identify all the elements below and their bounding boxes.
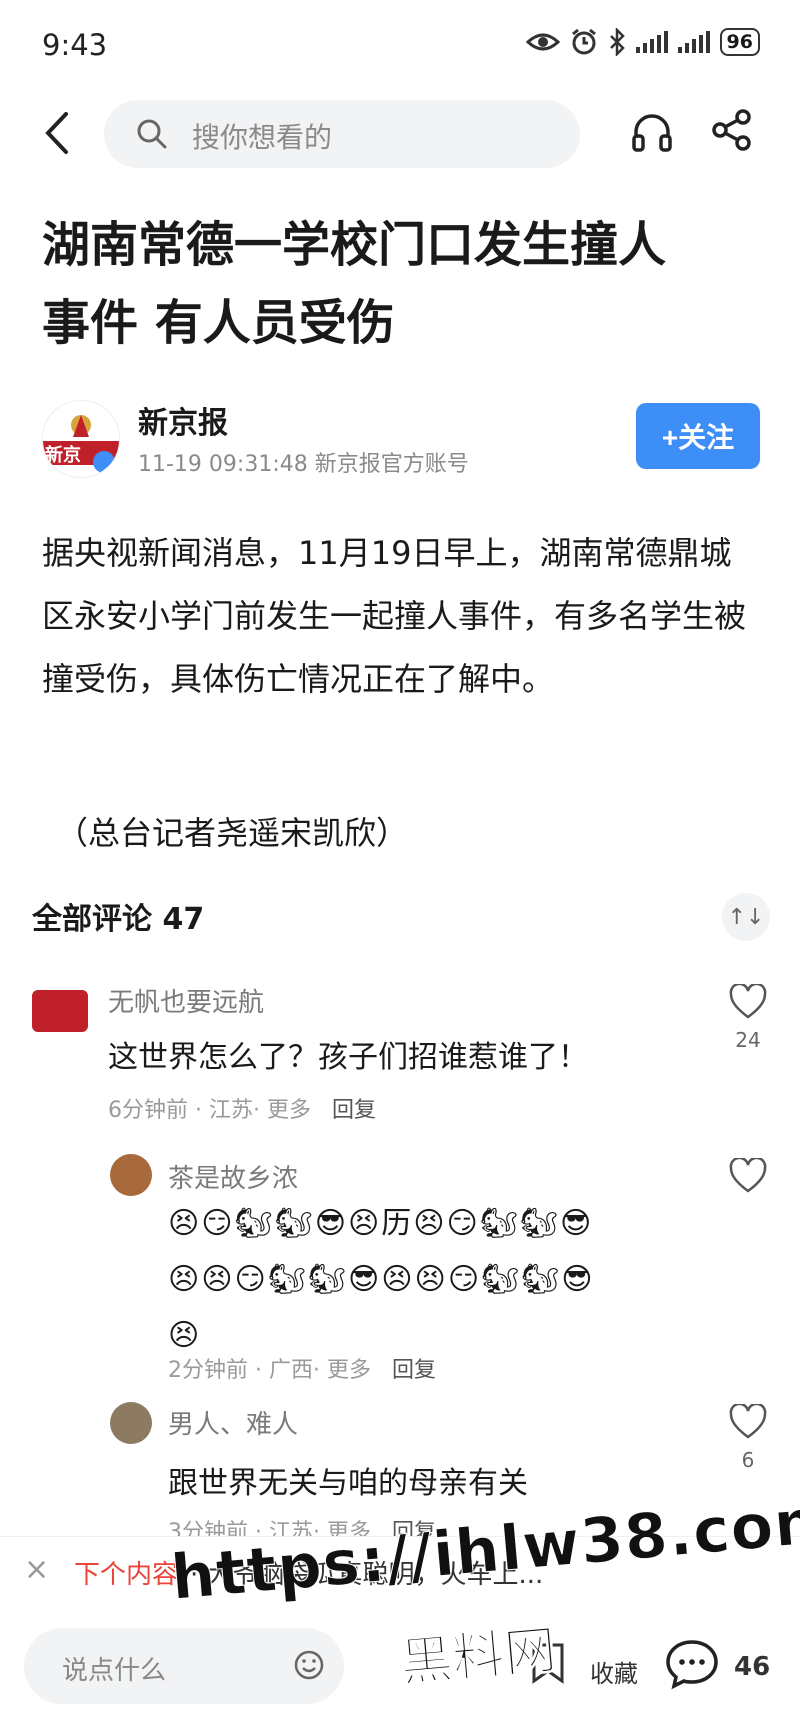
article-reporter: （总台记者尧遥宋凯欣） [56, 814, 409, 852]
reply-text: 跟世界无关与咱的母亲有关 [168, 1466, 528, 1501]
article-headline: 湖南常德一学校门口发生撞人 事件 有人员受伤 [42, 206, 772, 362]
logo-text: 新京 [45, 445, 81, 466]
reply-meta: 2分钟前 · 广西· 更多 回复 [168, 1352, 436, 1384]
headline-line-1: 湖南常德一学校门口发生撞人 [42, 217, 667, 273]
next-content-label: 下个内容 [74, 1560, 179, 1590]
comment-input-placeholder: 说点什么 [62, 1656, 167, 1686]
reply-author[interactable]: 男人、难人 [168, 1404, 298, 1441]
like-heart-icon[interactable] [729, 1158, 767, 1194]
reply-author[interactable]: 茶是故乡浓 [168, 1158, 298, 1195]
verified-badge-icon [93, 451, 115, 473]
article-body: 据央视新闻消息，11月19日早上，湖南常德鼎城区永安小学门前发生一起撞人事件，有… [42, 534, 747, 698]
status-icons: 96 [525, 28, 760, 56]
follow-button[interactable]: +关注 [636, 403, 760, 469]
chevron-left-icon [45, 112, 68, 154]
reply-emoji-line-2: 😣😣😏🐿🐿😎😣😣😏🐿🐿😎 [168, 1262, 595, 1297]
reply-reply-button[interactable]: 回复 [392, 1358, 436, 1383]
reply-avatar[interactable] [110, 1402, 152, 1444]
comment-meta: 6分钟前 · 江苏· 更多 回复 [108, 1092, 376, 1124]
watermark-text: 黑料网 [398, 1620, 560, 1694]
bluetooth-icon [609, 28, 625, 56]
comment-author[interactable]: 无帆也要远航 [108, 982, 264, 1019]
like-heart-icon[interactable] [729, 984, 767, 1020]
author-name[interactable]: 新京报 [138, 398, 228, 442]
status-time: 9:43 [42, 28, 108, 62]
comment-time: 6分钟前 [108, 1098, 188, 1123]
comments-title: 全部评论 47 [32, 902, 205, 937]
reply-region: · 广西· [255, 1358, 320, 1383]
signal-icon [635, 31, 668, 53]
search-icon [137, 119, 167, 149]
back-button[interactable] [42, 110, 82, 170]
reply-more[interactable]: 更多 [327, 1358, 371, 1383]
reply-time: 2分钟前 [168, 1358, 248, 1383]
headline-line-2: 事件 有人员受伤 [42, 295, 395, 351]
comment-more[interactable]: 更多 [267, 1098, 311, 1123]
comment-reply-button[interactable]: 回复 [332, 1098, 376, 1123]
reply-avatar[interactable] [110, 1154, 152, 1196]
author-meta: 11-19 09:31:48 新京报官方账号 [138, 452, 469, 477]
status-bar: 9:43 96 [0, 0, 800, 92]
author-avatar[interactable]: 新京 [42, 400, 120, 478]
comment-icon[interactable] [664, 1638, 720, 1690]
alarm-icon [571, 28, 596, 55]
close-icon[interactable]: × [24, 1552, 49, 1587]
share-icon [712, 109, 751, 151]
emoji-icon[interactable] [294, 1650, 324, 1680]
reply-emoji-line-1: 😣😏🐿🐿😎😣历😣😏🐿🐿😎 [168, 1206, 594, 1241]
comment-avatar[interactable] [32, 990, 88, 1032]
search-input[interactable]: 搜你想看的 [104, 100, 580, 168]
comment-count: 46 [734, 1652, 771, 1682]
favorite-label[interactable]: 收藏 [590, 1654, 638, 1689]
listen-button[interactable] [630, 110, 674, 158]
like-count: 6 [741, 1448, 755, 1472]
share-button[interactable] [710, 108, 754, 156]
search-placeholder: 搜你想看的 [192, 121, 333, 154]
like-count: 24 [735, 1028, 761, 1052]
battery-indicator: 96 [719, 28, 760, 56]
comment-region: · 江苏· [195, 1098, 260, 1123]
signal-icon-2 [677, 31, 710, 53]
sort-button[interactable]: ↑↓ [722, 893, 770, 941]
comment-input[interactable]: 说点什么 [24, 1628, 344, 1704]
like-heart-icon[interactable] [729, 1404, 767, 1440]
eye-icon [525, 33, 560, 51]
headphones-icon [632, 114, 672, 152]
comment-text: 这世界怎么了？孩子们招谁惹谁了！ [108, 1040, 588, 1075]
